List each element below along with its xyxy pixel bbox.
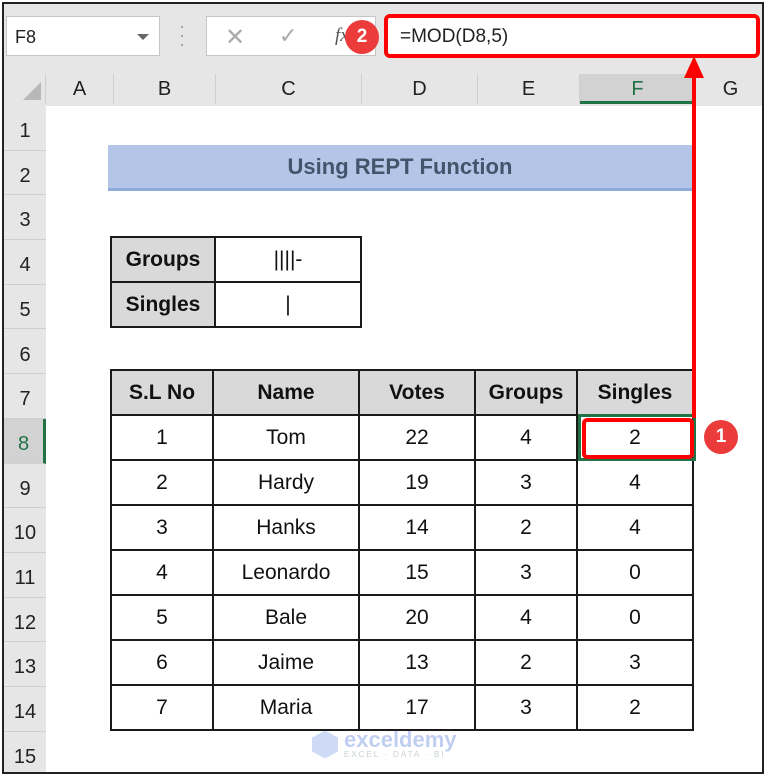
column-header-f[interactable]: F bbox=[580, 74, 696, 104]
select-all-button[interactable] bbox=[4, 74, 46, 104]
table-cell[interactable]: 4 bbox=[110, 549, 214, 596]
row-header-6[interactable]: 6 bbox=[4, 329, 46, 375]
table-cell[interactable]: 15 bbox=[358, 549, 476, 596]
column-header-d[interactable]: D bbox=[362, 74, 478, 104]
name-box-value: F8 bbox=[15, 27, 37, 47]
table-cell[interactable]: 4 bbox=[474, 594, 578, 641]
legend-label[interactable]: Singles bbox=[110, 281, 216, 328]
table-cell[interactable]: 22 bbox=[358, 414, 476, 461]
watermark-name: exceldemy bbox=[344, 727, 457, 752]
table-row: 7 Maria 17 3 2 bbox=[110, 684, 694, 731]
table-cell[interactable]: 0 bbox=[576, 594, 694, 641]
select-all-icon bbox=[23, 82, 41, 100]
row-header-5[interactable]: 5 bbox=[4, 284, 46, 330]
chevron-down-icon[interactable] bbox=[137, 34, 149, 40]
table-cell[interactable]: 2 bbox=[576, 684, 694, 731]
table-cell[interactable]: 4 bbox=[576, 504, 694, 551]
watermark-tagline: EXCEL · DATA · BI bbox=[344, 750, 446, 759]
row-header-11[interactable]: 11 bbox=[4, 553, 46, 598]
table-row: 5 Bale 20 4 0 bbox=[110, 594, 694, 641]
table-cell[interactable]: 3 bbox=[474, 549, 578, 596]
table-cell[interactable]: 19 bbox=[358, 459, 476, 506]
watermark: exceldemy EXCEL · DATA · BI bbox=[312, 727, 457, 759]
step-badge-1: 1 bbox=[704, 420, 738, 454]
column-header-g[interactable]: G bbox=[696, 74, 762, 104]
step-badge-2: 2 bbox=[345, 20, 379, 54]
column-header-a[interactable]: A bbox=[46, 74, 114, 104]
table-row: 6 Jaime 13 2 3 bbox=[110, 639, 694, 686]
formula-bar-area: F8 · · · ✕ ✓ fx =MOD(D8,5) bbox=[4, 4, 762, 70]
highlight-box-f8 bbox=[582, 418, 694, 459]
table-row: 2 Hardy 19 3 4 bbox=[110, 459, 694, 506]
row-header-8[interactable]: 8 bbox=[4, 418, 46, 464]
table-cell[interactable]: Jaime bbox=[212, 639, 360, 686]
column-header-cell[interactable]: Singles bbox=[576, 369, 694, 416]
table-row: 4 Leonardo 15 3 0 bbox=[110, 549, 694, 596]
table-header-row: S.L No Name Votes Groups Singles bbox=[110, 369, 694, 416]
legend-label[interactable]: Groups bbox=[110, 236, 216, 283]
column-header-cell[interactable]: S.L No bbox=[110, 369, 214, 416]
table-cell[interactable]: 6 bbox=[110, 639, 214, 686]
row-header-7[interactable]: 7 bbox=[4, 374, 46, 419]
table-cell[interactable]: 17 bbox=[358, 684, 476, 731]
legend-row: Groups ||||- bbox=[110, 236, 362, 283]
column-header-cell[interactable]: Name bbox=[212, 369, 360, 416]
column-header-cell[interactable]: Groups bbox=[474, 369, 578, 416]
column-header-b[interactable]: B bbox=[114, 74, 216, 104]
table-cell[interactable]: Hardy bbox=[212, 459, 360, 506]
formula-text: =MOD(D8,5) bbox=[400, 26, 509, 47]
table-cell[interactable]: 2 bbox=[474, 504, 578, 551]
table-cell[interactable]: Hanks bbox=[212, 504, 360, 551]
table-cell[interactable]: Bale bbox=[212, 594, 360, 641]
column-header-e[interactable]: E bbox=[478, 74, 580, 104]
table-cell[interactable]: 3 bbox=[474, 684, 578, 731]
table-cell[interactable]: Leonardo bbox=[212, 549, 360, 596]
legend-table: Groups ||||- Singles | bbox=[110, 236, 362, 328]
row-header-1[interactable]: 1 bbox=[4, 106, 46, 151]
exceldemy-logo-icon bbox=[312, 730, 338, 759]
row-header-4[interactable]: 4 bbox=[4, 240, 46, 285]
table-cell[interactable]: 3 bbox=[474, 459, 578, 506]
row-header-14[interactable]: 14 bbox=[4, 687, 46, 732]
table-cell[interactable]: 3 bbox=[576, 639, 694, 686]
table-cell[interactable]: 4 bbox=[576, 459, 694, 506]
column-header-c[interactable]: C bbox=[216, 74, 362, 104]
table-cell[interactable]: 2 bbox=[474, 639, 578, 686]
cancel-icon[interactable]: ✕ bbox=[225, 23, 245, 52]
table-cell[interactable]: 14 bbox=[358, 504, 476, 551]
legend-symbol[interactable]: ||||- bbox=[214, 236, 362, 283]
drag-handle-icon[interactable]: · · · bbox=[179, 17, 185, 53]
legend-symbol[interactable]: | bbox=[214, 281, 362, 328]
table-cell[interactable]: 5 bbox=[110, 594, 214, 641]
table-cell[interactable]: 20 bbox=[358, 594, 476, 641]
table-cell[interactable]: 2 bbox=[110, 459, 214, 506]
table-cell[interactable]: 1 bbox=[110, 414, 214, 461]
row-header-13[interactable]: 13 bbox=[4, 642, 46, 688]
table-cell[interactable]: Maria bbox=[212, 684, 360, 731]
row-header-10[interactable]: 10 bbox=[4, 508, 46, 553]
column-header-cell[interactable]: Votes bbox=[358, 369, 476, 416]
row-header-2[interactable]: 2 bbox=[4, 150, 46, 196]
row-header-12[interactable]: 12 bbox=[4, 597, 46, 643]
table-cell[interactable]: 4 bbox=[474, 414, 578, 461]
table-cell[interactable]: 13 bbox=[358, 639, 476, 686]
table-row: 3 Hanks 14 2 4 bbox=[110, 504, 694, 551]
legend-row: Singles | bbox=[110, 281, 362, 328]
name-box[interactable]: F8 bbox=[6, 16, 160, 56]
table-cell[interactable]: 0 bbox=[576, 549, 694, 596]
row-header-3[interactable]: 3 bbox=[4, 195, 46, 241]
table-cell[interactable]: Tom bbox=[212, 414, 360, 461]
formula-input[interactable]: =MOD(D8,5) bbox=[384, 14, 760, 58]
sheet-title: Using REPT Function bbox=[108, 145, 692, 191]
row-header-9[interactable]: 9 bbox=[4, 463, 46, 509]
enter-icon[interactable]: ✓ bbox=[279, 23, 297, 49]
table-cell[interactable]: 3 bbox=[110, 504, 214, 551]
table-cell[interactable]: 7 bbox=[110, 684, 214, 731]
row-header-15[interactable]: 15 bbox=[4, 731, 46, 772]
